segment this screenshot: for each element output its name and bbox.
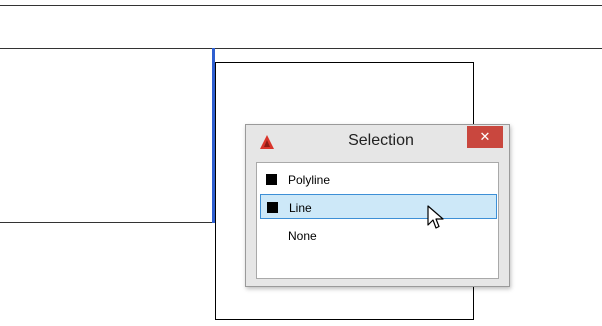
rectangle-left-edge	[215, 62, 216, 320]
drawing-line-upper	[0, 48, 602, 49]
autocad-logo-icon	[259, 134, 275, 150]
dialog-titlebar[interactable]: Selection ✕	[246, 125, 509, 158]
list-item-label: None	[288, 229, 317, 243]
mouse-pointer-icon	[426, 205, 446, 231]
rectangle-bottom-edge	[215, 319, 474, 320]
selection-listbox[interactable]: Polyline Line None	[256, 162, 499, 279]
list-item-label: Polyline	[288, 173, 331, 187]
drawing-line-top	[0, 5, 602, 6]
close-icon: ✕	[479, 129, 491, 144]
list-item-polyline[interactable]: Polyline	[260, 167, 497, 192]
dialog-title: Selection	[348, 132, 414, 149]
selection-dialog: Selection ✕ Polyline Line None	[245, 124, 510, 287]
list-item-line[interactable]: Line	[260, 194, 497, 219]
color-swatch	[267, 202, 278, 213]
drawing-line-left-lower	[0, 222, 212, 223]
close-button[interactable]: ✕	[467, 126, 503, 148]
list-item-label: Line	[289, 201, 312, 215]
color-swatch	[266, 174, 277, 185]
rectangle-top-edge	[215, 62, 474, 63]
list-item-none[interactable]: None	[260, 223, 497, 248]
